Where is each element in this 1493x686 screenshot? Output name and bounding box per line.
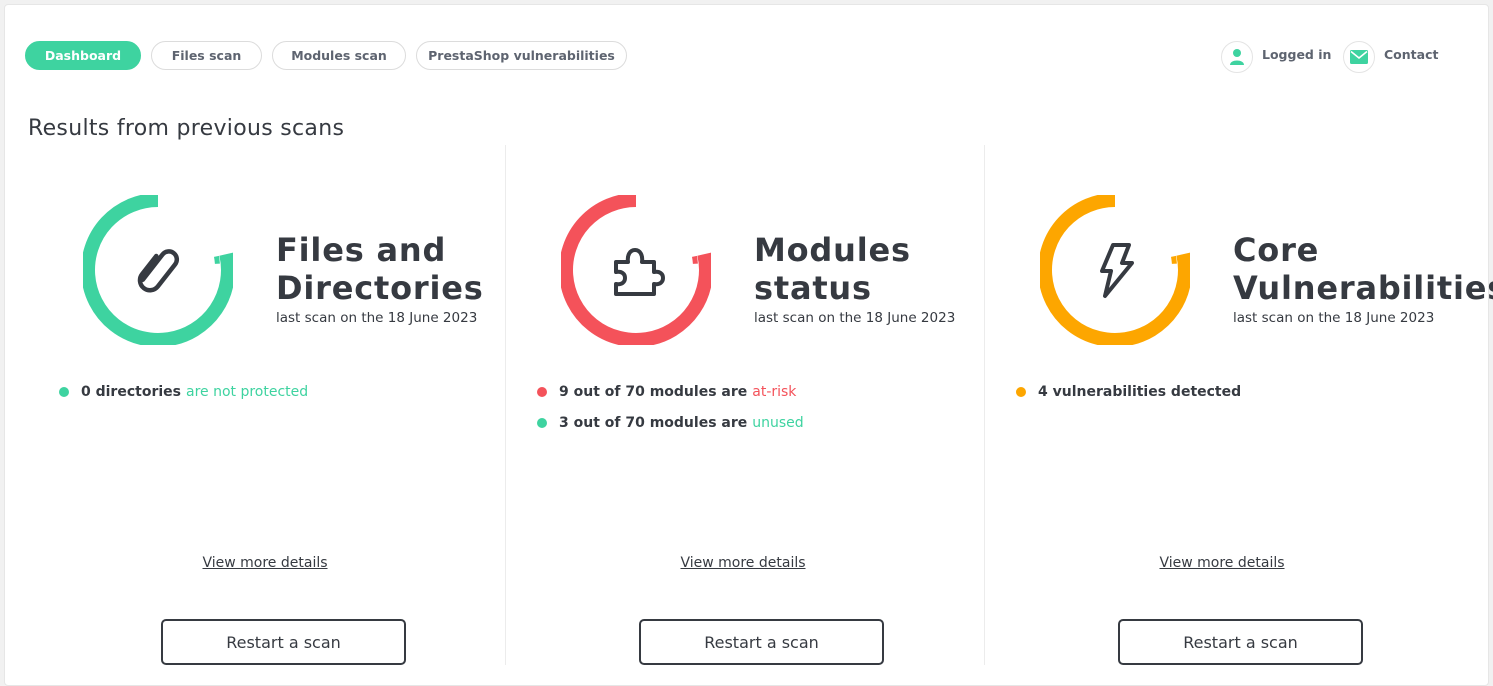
card-title: Files and Directories [276, 231, 484, 307]
stat-count: 9 out of 70 modules are [559, 384, 748, 400]
view-more-details-link[interactable]: View more details [680, 555, 805, 571]
contact-label: Contact [1384, 47, 1439, 62]
stat-highlight: unused [752, 415, 804, 431]
tab-dashboard[interactable]: Dashboard [25, 41, 141, 70]
last-scan-date: last scan on the 18 June 2023 [276, 310, 478, 326]
lightning-bolt-icon [1100, 243, 1134, 298]
card-title-line: Directories [276, 269, 484, 307]
card-title-line: Core [1233, 231, 1320, 269]
status-dot [537, 418, 547, 428]
tab-files-scan[interactable]: Files scan [151, 41, 262, 70]
stat-count: 0 directories [81, 384, 181, 400]
restart-scan-button[interactable]: Restart a scan [1118, 619, 1363, 665]
files-directories-card: Files and Directories last scan on the 1… [26, 145, 504, 674]
view-more-details-link[interactable]: View more details [202, 555, 327, 571]
details-wrapper: View more details [983, 555, 1461, 571]
puzzle-piece-icon [614, 248, 665, 296]
restart-scan-button[interactable]: Restart a scan [161, 619, 406, 665]
stat-line: 4 vulnerabilities detected [1016, 382, 1241, 402]
last-scan-date: last scan on the 18 June 2023 [754, 310, 956, 326]
core-vulnerabilities-card: Core Vulnerabilities last scan on the 18… [983, 145, 1493, 674]
user-icon [1221, 41, 1253, 73]
modules-status-card: Modules status last scan on the 18 June … [504, 145, 982, 674]
stat-count: 4 vulnerabilities detected [1038, 384, 1242, 400]
stat-highlight: are not protected [185, 384, 309, 400]
view-more-details-link[interactable]: View more details [1159, 555, 1284, 571]
details-wrapper: View more details [504, 555, 982, 571]
envelope-icon [1343, 41, 1375, 73]
logged-in-link[interactable]: Logged in [1221, 41, 1331, 73]
paperclip-icon [137, 249, 180, 293]
last-scan-date: last scan on the 18 June 2023 [1233, 310, 1435, 326]
contact-link[interactable]: Contact [1343, 41, 1438, 73]
stat-count: 3 out of 70 modules are [559, 415, 748, 431]
tab-modules-scan[interactable]: Modules scan [272, 41, 406, 70]
tab-prestashop-vulnerabilities[interactable]: PrestaShop vulnerabilities [416, 41, 627, 70]
stat-line: 3 out of 70 modules are unused [537, 413, 804, 433]
status-dot [537, 387, 547, 397]
restart-scan-button[interactable]: Restart a scan [639, 619, 884, 665]
page-title: Results from previous scans [28, 116, 345, 141]
card-title: Core Vulnerabilities [1233, 231, 1493, 307]
card-title-line: Files and [276, 231, 447, 269]
card-title-line: status [754, 269, 872, 307]
card-title-line: Modules [754, 231, 911, 269]
stat-line: 0 directories are not protected [59, 382, 308, 402]
status-dot [1016, 387, 1026, 397]
stat-highlight: at-risk [752, 384, 797, 400]
stat-line: 9 out of 70 modules are at-risk [537, 382, 796, 402]
card-title: Modules status [754, 231, 911, 307]
logged-in-label: Logged in [1262, 47, 1332, 62]
card-title-line: Vulnerabilities [1233, 269, 1493, 307]
status-dot [59, 387, 69, 397]
details-wrapper: View more details [26, 555, 504, 571]
